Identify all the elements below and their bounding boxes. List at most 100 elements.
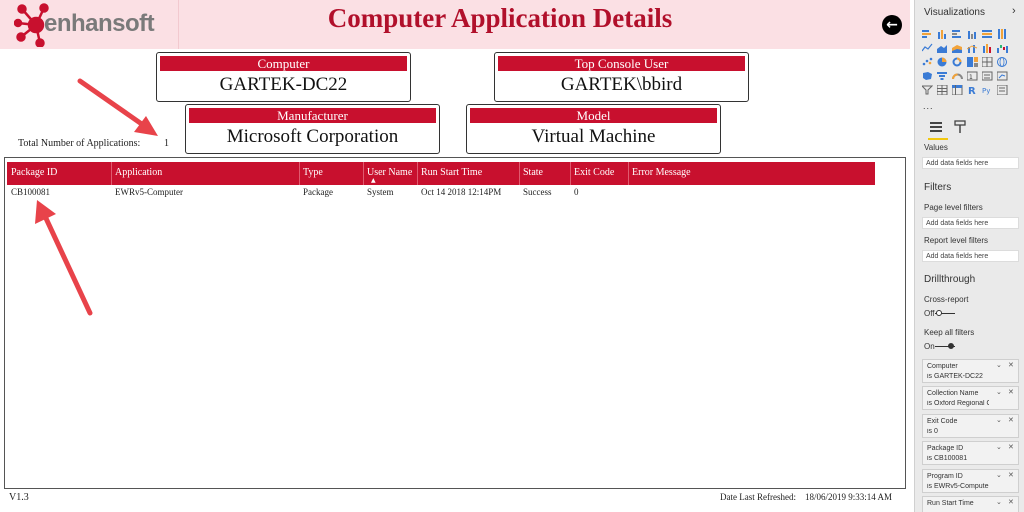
computer-card-value: GARTEK-DC22 [219, 74, 348, 95]
cross-report-state: Off [924, 309, 935, 318]
column-header-package-id[interactable]: Package ID [11, 167, 57, 178]
100-stacked-bar-chart-icon[interactable] [982, 29, 993, 39]
report-filters-drop-well[interactable]: Add data fields here [922, 250, 1019, 262]
svg-text:1: 1 [969, 74, 973, 81]
computer-card[interactable]: Computer GARTEK-DC22 [156, 52, 411, 102]
computer-card-label: Computer [160, 56, 407, 71]
chevron-down-icon[interactable]: ⌄ [996, 443, 1002, 451]
clustered-column-chart-icon[interactable] [967, 29, 978, 39]
model-card-value: Virtual Machine [531, 126, 656, 147]
close-icon[interactable]: ✕ [1008, 498, 1014, 506]
arrow-left-icon: ← [886, 17, 898, 33]
close-icon[interactable]: ✕ [1008, 388, 1014, 396]
clustered-bar-chart-icon[interactable] [952, 29, 963, 39]
filter-value: is EWRv5-Computer [927, 483, 989, 490]
table-visual-icon[interactable] [937, 85, 948, 95]
filled-map-icon[interactable] [922, 71, 933, 81]
filter-card-exit-code[interactable]: Exit Code is 0 ⌄ ✕ [922, 414, 1019, 438]
custom-visual-icon[interactable] [997, 85, 1008, 95]
cell-type: Package [303, 187, 333, 197]
title-banner: enhansoft Computer Application Details ← [0, 0, 910, 49]
cell-user-name: System [367, 187, 394, 197]
top-console-user-card-value: GARTEK\bbird [560, 74, 683, 95]
donut-chart-icon[interactable] [952, 57, 963, 67]
sort-ascending-icon[interactable]: ▲ [371, 177, 376, 184]
column-header-application[interactable]: Application [115, 167, 162, 178]
page-filters-drop-well[interactable]: Add data fields here [922, 217, 1019, 229]
card-visual-icon[interactable]: 1 [967, 71, 978, 81]
slicer-icon[interactable] [922, 85, 933, 95]
pie-chart-icon[interactable] [937, 57, 948, 67]
logo: enhansoft [0, 0, 179, 49]
funnel-chart-icon[interactable] [937, 71, 948, 81]
filter-name: Exit Code [927, 418, 958, 425]
cell-exit-code: 0 [574, 187, 579, 197]
filter-value: is GARTEK-DC22 [927, 373, 983, 380]
column-header-error-message[interactable]: Error Message [632, 167, 691, 178]
line-chart-icon[interactable] [922, 43, 933, 53]
manufacturer-card-value: Microsoft Corporation [226, 126, 399, 147]
filter-card-collection-name[interactable]: Collection Name is Oxford Regional Off..… [922, 386, 1019, 410]
annotation-arrow-total [77, 78, 158, 136]
column-divider [363, 162, 364, 185]
chevron-down-icon[interactable]: ⌄ [996, 471, 1002, 479]
multi-row-card-icon[interactable] [982, 71, 993, 81]
ribbon-chart-icon[interactable] [982, 43, 993, 53]
manufacturer-card[interactable]: Manufacturer Microsoft Corporation [185, 104, 440, 154]
chevron-down-icon[interactable]: ⌄ [996, 361, 1002, 369]
column-header-state[interactable]: State [523, 167, 543, 178]
chevron-down-icon[interactable]: ⌄ [996, 388, 1002, 396]
report-canvas: enhansoft Computer Application Details ←… [0, 0, 910, 512]
stacked-column-chart-icon[interactable] [937, 29, 948, 39]
filter-card-computer[interactable]: Computer is GARTEK-DC22 ⌄ ✕ [922, 359, 1019, 383]
cross-report-label: Cross-report [924, 295, 969, 304]
applications-table[interactable]: Package ID Application Type User Name ▲ … [4, 157, 906, 489]
close-icon[interactable]: ✕ [1008, 416, 1014, 424]
format-paint-roller-icon[interactable] [953, 120, 967, 134]
chevron-down-icon[interactable]: ⌄ [996, 416, 1002, 424]
stacked-area-chart-icon[interactable] [952, 43, 963, 53]
filter-card-run-start-time[interactable]: Run Start Time ⌄ ✕ [922, 496, 1019, 512]
matrix-icon[interactable] [952, 85, 963, 95]
filter-card-program-id[interactable]: Program ID is EWRv5-Computer ⌄ ✕ [922, 469, 1019, 493]
r-script-visual-icon[interactable]: R [967, 85, 978, 95]
version-label: V1.3 [9, 492, 29, 503]
model-card-label: Model [470, 108, 717, 123]
top-console-user-card[interactable]: Top Console User GARTEK\bbird [494, 52, 749, 102]
last-refreshed-value: 18/06/2019 9:33:14 AM [805, 492, 893, 502]
scatter-chart-icon[interactable] [922, 57, 933, 67]
column-divider [417, 162, 418, 185]
waterfall-chart-icon[interactable] [997, 43, 1008, 53]
100-stacked-column-chart-icon[interactable] [997, 29, 1008, 39]
stacked-bar-chart-icon[interactable] [922, 29, 933, 39]
filter-value: is Oxford Regional Off... [927, 400, 989, 407]
treemap-icon[interactable] [967, 57, 978, 67]
close-icon[interactable]: ✕ [1008, 443, 1014, 451]
map-icon[interactable] [982, 57, 993, 67]
python-visual-icon[interactable]: Py [982, 85, 993, 95]
column-header-type[interactable]: Type [303, 167, 323, 178]
close-icon[interactable]: ✕ [1008, 471, 1014, 479]
gauge-icon[interactable] [952, 71, 963, 81]
model-card[interactable]: Model Virtual Machine [466, 104, 721, 154]
column-header-run-start-time[interactable]: Run Start Time [421, 167, 482, 178]
chevron-right-icon[interactable]: › [1012, 5, 1016, 17]
fields-tab-icon[interactable] [929, 120, 943, 134]
filter-name: Package ID [927, 445, 964, 452]
kpi-icon[interactable] [997, 71, 1008, 81]
column-header-exit-code[interactable]: Exit Code [574, 167, 614, 178]
back-button[interactable]: ← [882, 15, 902, 35]
more-visuals-icon[interactable]: ... [923, 101, 934, 111]
values-drop-well[interactable]: Add data fields here [922, 157, 1019, 169]
globe-icon[interactable] [997, 57, 1008, 67]
area-chart-icon[interactable] [937, 43, 948, 53]
filter-card-package-id[interactable]: Package ID is CB100081 ⌄ ✕ [922, 441, 1019, 465]
line-and-column-chart-icon[interactable] [967, 43, 978, 53]
keep-all-filters-state: On [924, 342, 935, 351]
logo-text: enhansoft [44, 10, 155, 37]
table-header: Package ID Application Type User Name ▲ … [7, 162, 875, 185]
filter-name: Collection Name [927, 390, 979, 397]
chevron-down-icon[interactable]: ⌄ [996, 498, 1002, 506]
manufacturer-card-label: Manufacturer [189, 108, 436, 123]
close-icon[interactable]: ✕ [1008, 361, 1014, 369]
